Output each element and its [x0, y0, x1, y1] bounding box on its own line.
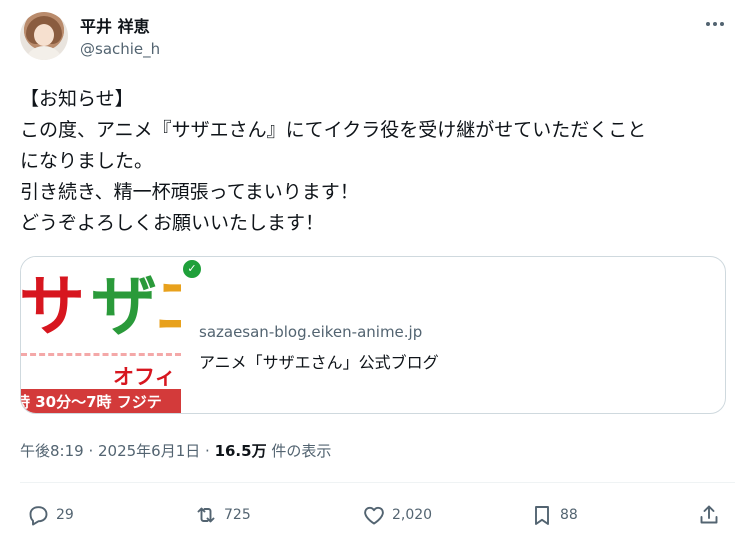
tweet-line: 【お知らせ】	[20, 88, 134, 110]
repost-button[interactable]: 725	[194, 503, 251, 527]
like-button[interactable]: 2,020	[362, 503, 432, 527]
reply-count: 29	[56, 507, 74, 523]
verified-check-icon: ✓	[181, 258, 203, 280]
more-icon[interactable]	[700, 14, 730, 34]
bookmark-button[interactable]: 88	[530, 503, 578, 527]
tweet-meta: 午後8:19 · 2025年6月1日 · 16.5万 件の表示	[20, 440, 331, 461]
thumb-logo-char: ザ	[91, 268, 157, 345]
reply-button[interactable]: 29	[26, 503, 74, 527]
like-count: 2,020	[392, 507, 433, 523]
share-button[interactable]	[697, 503, 721, 527]
card-title[interactable]: アニメ「サザエさん」公式ブログ	[199, 349, 439, 373]
tweet-line: どうぞよろしくお願いいたします！	[20, 212, 325, 234]
bookmark-icon	[535, 506, 549, 525]
thumb-logo-char: エ	[155, 257, 181, 349]
thumb-logo-char: サ	[21, 268, 85, 345]
author-name[interactable]: 平井 祥恵	[80, 13, 150, 37]
tweet-line: になりました。	[20, 150, 154, 172]
heart-icon	[364, 506, 384, 525]
thumb-divider	[21, 353, 181, 356]
author-handle[interactable]: @sachie_h	[80, 40, 160, 58]
card-thumbnail: サ ザ エ オフィ 時 30分～7時 フジテ	[21, 257, 181, 413]
thumb-band: 時 30分～7時 フジテ	[21, 389, 181, 413]
divider	[20, 482, 735, 483]
card-domain[interactable]: sazaesan-blog.eiken-anime.jp	[199, 323, 422, 341]
reply-icon	[29, 506, 48, 526]
repost-count: 725	[224, 507, 251, 523]
share-icon	[700, 505, 718, 524]
repost-icon	[197, 507, 215, 523]
view-count: 16.5万	[214, 442, 267, 460]
avatar-face	[34, 24, 54, 46]
tweet-line: 引き続き、精一杯頑張ってまいります！	[20, 181, 359, 203]
views-label: 件の表示	[266, 442, 332, 460]
link-card[interactable]: サ ザ エ オフィ 時 30分～7時 フジテ ✓ sazaesan-blog.e…	[20, 256, 726, 414]
tweet-text: 【お知らせ】 この度、アニメ『サザエさん』にてイクラ役を受け継がせていただくこと…	[20, 84, 735, 239]
bookmark-count: 88	[560, 507, 578, 523]
thumb-subtitle: オフィ	[113, 365, 176, 389]
avatar-shoulder	[24, 46, 64, 60]
tweet-line: この度、アニメ『サザエさん』にてイクラ役を受け継がせていただくこと	[20, 119, 647, 141]
tweet-timestamp[interactable]: 午後8:19 · 2025年6月1日 ·	[20, 442, 215, 460]
author-avatar[interactable]	[20, 12, 68, 60]
